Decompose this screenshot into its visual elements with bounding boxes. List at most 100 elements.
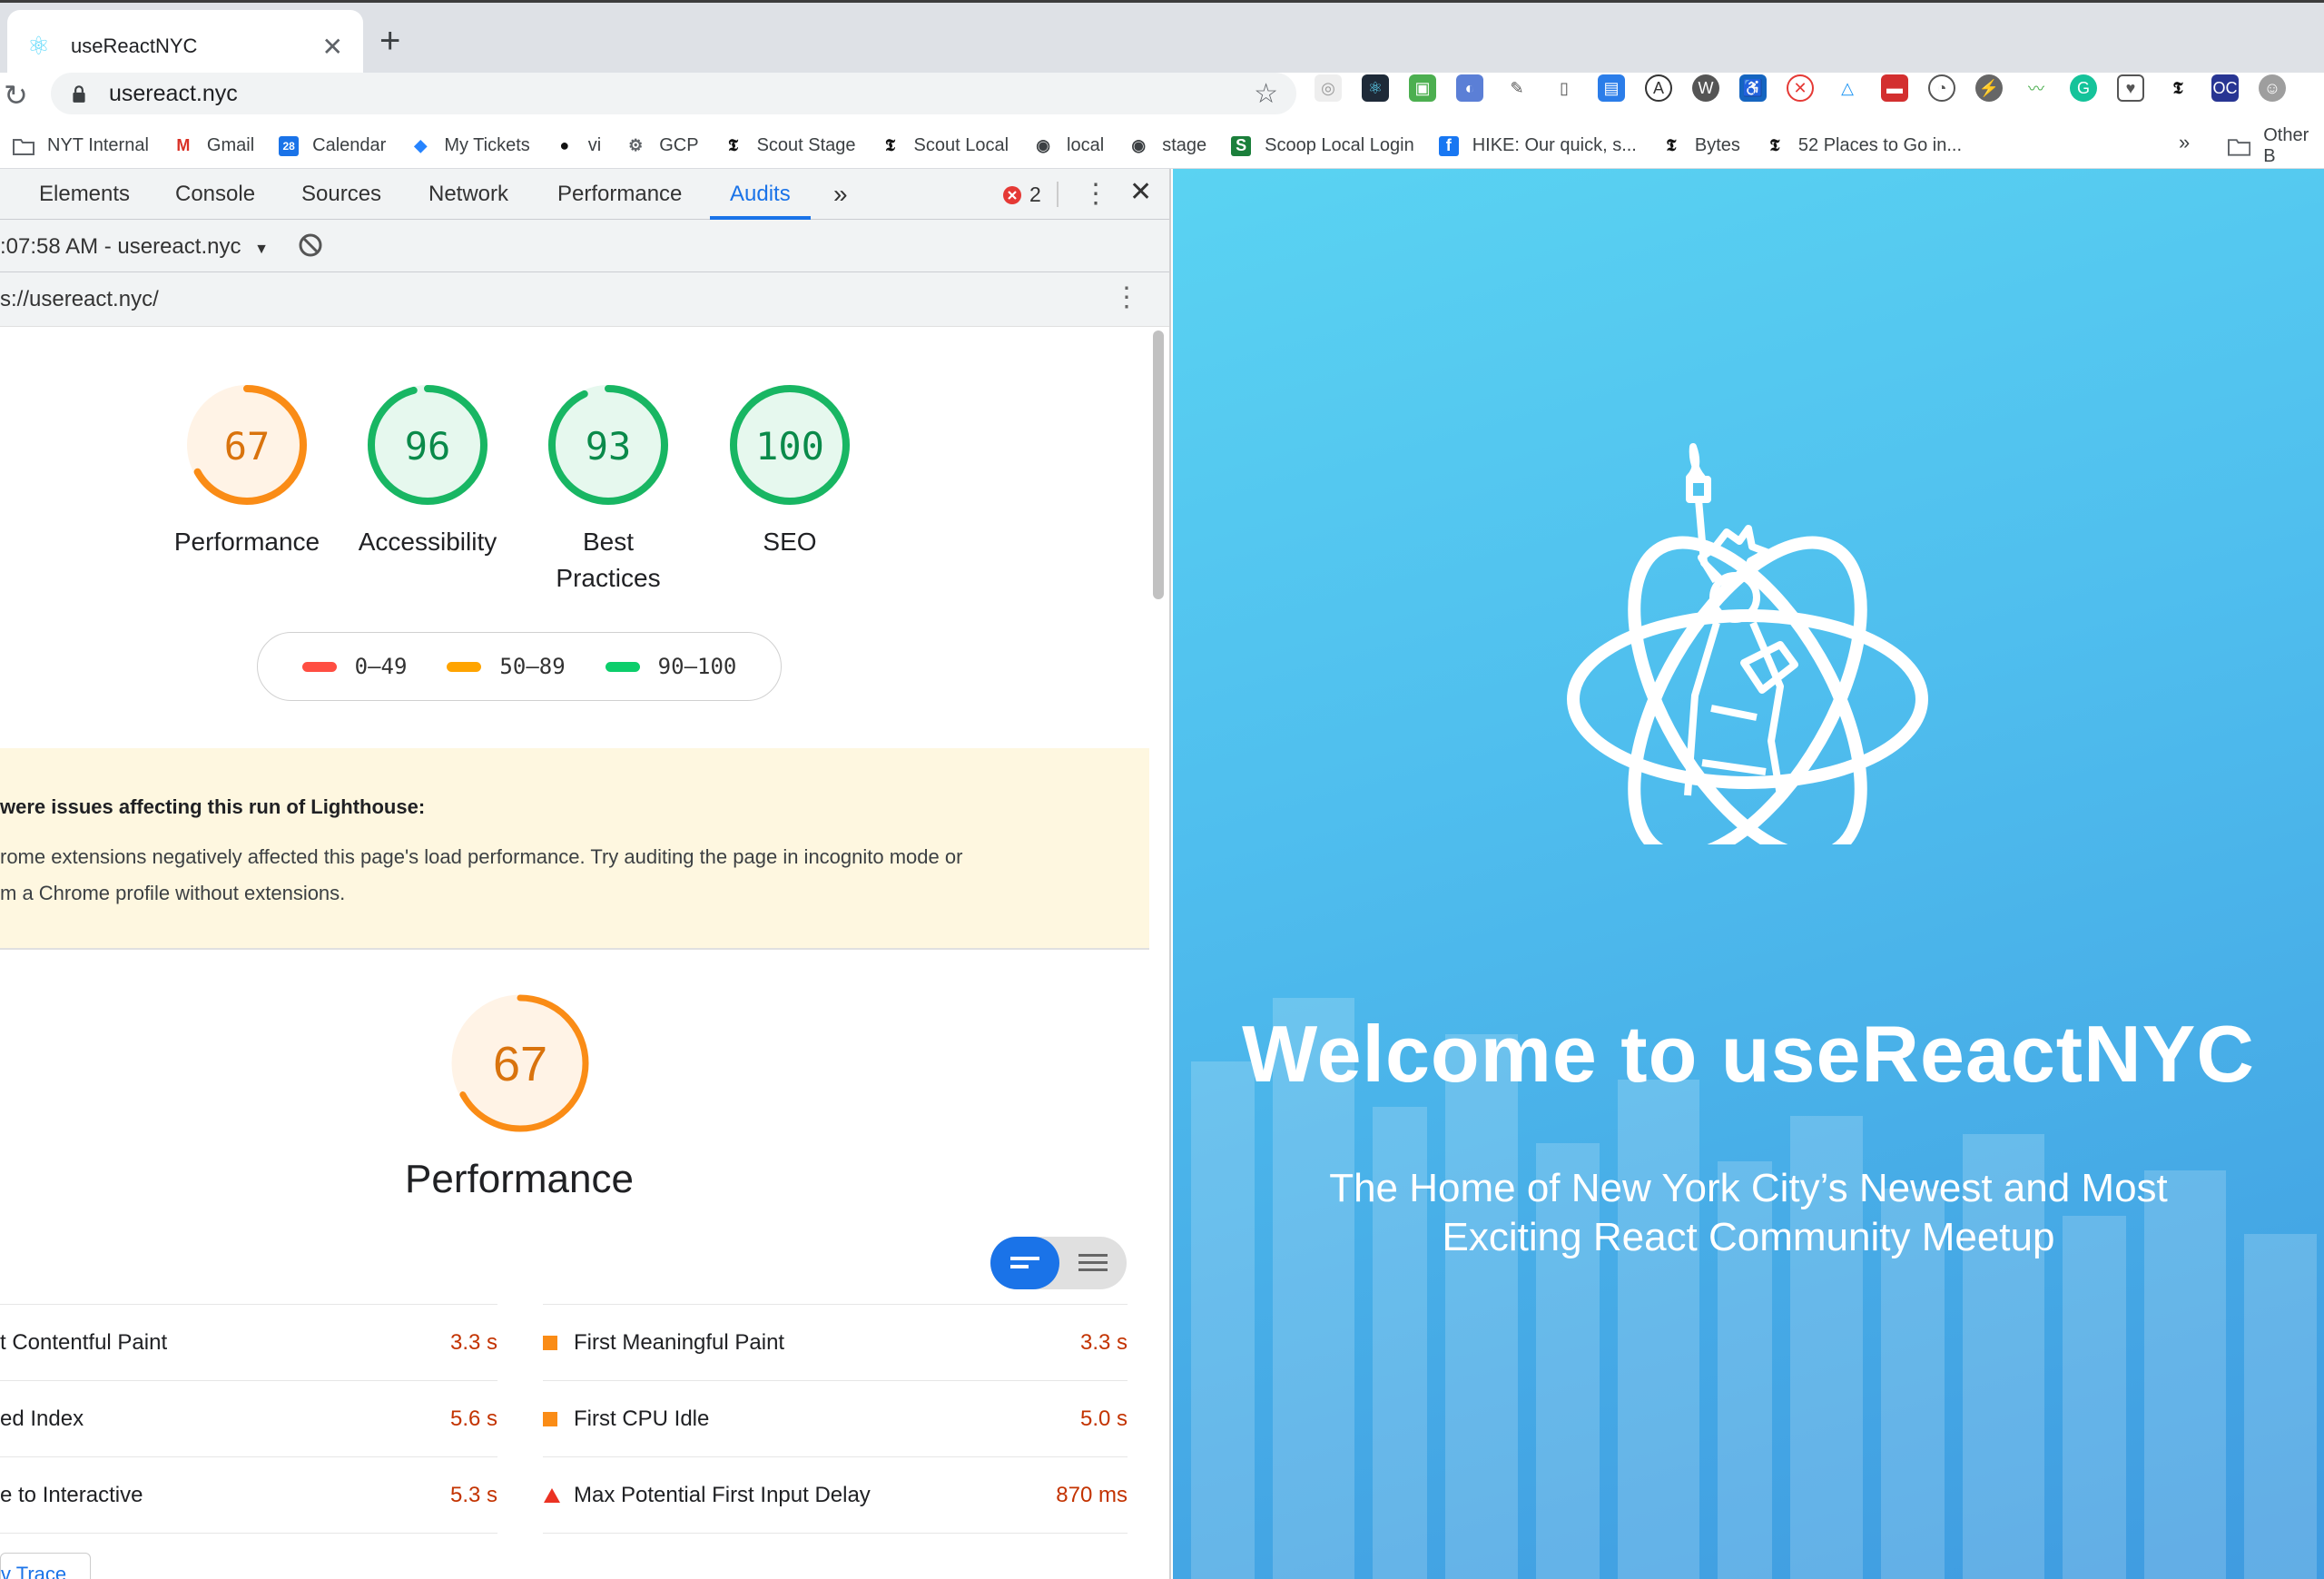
metric-row: ed Index 5.6 s xyxy=(0,1380,497,1456)
nyt-icon: 𝕿 xyxy=(728,136,739,154)
legend-swatch xyxy=(301,661,337,672)
bookmark-item[interactable]: 𝕿 52 Places to Go in... xyxy=(1764,135,1962,157)
gauge-performance[interactable]: 67 Performance xyxy=(156,381,338,560)
profile-avatar-icon[interactable]: ☺ xyxy=(2259,74,2286,102)
metrics-left-column: t Contentful Paint 3.3 s ed Index 5.6 s e to… xyxy=(0,1304,497,1534)
bookmarks-bar: NYT Internal M Gmail 28 Calendar ◆ My Tickets ●… xyxy=(0,123,2324,169)
bookmark-item[interactable]: f HIKE: Our quick, s... xyxy=(1438,135,1637,157)
bookmark-label: stage xyxy=(1162,135,1207,155)
metric-value: 3.3 s xyxy=(449,1329,497,1355)
metric-row: t Contentful Paint 3.3 s xyxy=(0,1304,497,1380)
bookmark-label: HIKE: Our quick, s... xyxy=(1472,135,1637,155)
bookmark-item[interactable]: ◉ stage xyxy=(1128,135,1206,157)
nyt-icon: 𝕿 xyxy=(885,136,896,154)
extension-icon[interactable]: ▤ xyxy=(1598,74,1625,102)
extension-icon[interactable]: ◐ xyxy=(1456,74,1483,102)
gear-icon: ⚙ xyxy=(628,136,644,154)
statue-of-liberty-atom-logo xyxy=(1567,443,1928,844)
bookmark-item[interactable]: ⚙ GCP xyxy=(625,135,698,157)
extension-icon[interactable]: ◔ xyxy=(1928,74,1955,102)
other-bookmarks[interactable]: Other B xyxy=(2228,125,2324,167)
legend-pass: 90–100 xyxy=(605,654,737,679)
metric-row: First Meaningful Paint 3.3 s xyxy=(543,1304,1128,1380)
metric-value: 5.6 s xyxy=(449,1406,497,1431)
performance-score: 67 xyxy=(493,1037,547,1091)
address-bar[interactable]: usereact.nyc ☆ xyxy=(51,73,1296,114)
metric-name: First Meaningful Paint xyxy=(574,1329,785,1355)
metric-value: 870 ms xyxy=(1056,1482,1128,1507)
legend-fail: 0–49 xyxy=(301,654,408,679)
extension-icon[interactable]: A xyxy=(1645,74,1672,102)
nyt-icon: 𝕿 xyxy=(1666,136,1677,154)
performance-title: Performance xyxy=(405,1157,634,1201)
gauge-ring: 93 xyxy=(548,385,668,505)
list-view-icon xyxy=(1078,1254,1108,1271)
gauge-seo[interactable]: 100 SEO xyxy=(699,381,881,560)
gauge-ring: 100 xyxy=(730,385,850,505)
bookmark-label: GCP xyxy=(659,135,699,155)
view-trace-button[interactable]: v Trace xyxy=(0,1553,91,1579)
legend-average: 50–89 xyxy=(447,654,566,679)
bookmark-icon[interactable]: ▯ xyxy=(1551,74,1578,102)
bookmark-label: Bytes xyxy=(1694,135,1740,155)
accessibility-icon[interactable]: ♿ xyxy=(1739,74,1767,102)
gauge-label: Accessibility xyxy=(358,528,497,556)
metric-row: e to Interactive 5.3 s xyxy=(0,1456,497,1533)
chart-trend-icon[interactable]: 〰 xyxy=(2023,74,2050,102)
bookmark-label: Calendar xyxy=(312,135,387,155)
bookmark-item[interactable]: 28 Calendar xyxy=(278,135,386,157)
view-toggle[interactable] xyxy=(990,1237,1127,1289)
lightning-icon[interactable]: ⚡ xyxy=(1975,74,2003,102)
bookmark-item[interactable]: S Scoop Local Login xyxy=(1230,135,1414,157)
pocket-icon[interactable]: ♥ xyxy=(2117,74,2144,102)
toggle-detail-view[interactable] xyxy=(1059,1237,1127,1289)
gauge-label: Best Practices xyxy=(517,524,699,597)
bookmark-label: vi xyxy=(587,135,602,155)
wordpress-icon[interactable]: W xyxy=(1692,74,1719,102)
bookmark-item[interactable]: ◆ My Tickets xyxy=(409,135,529,157)
extension-icon[interactable]: ▣ xyxy=(1409,74,1436,102)
bookmark-label: Gmail xyxy=(206,135,255,155)
metric-row: Max Potential First Input Delay 870 ms xyxy=(543,1456,1128,1533)
gauge-label: Performance xyxy=(173,528,320,556)
metric-row: First CPU Idle 5.0 s xyxy=(543,1380,1128,1456)
extension-icon[interactable]: △ xyxy=(1834,74,1861,102)
eyedropper-icon[interactable]: ✎ xyxy=(1503,74,1531,102)
nyt-icon[interactable]: 𝕿 xyxy=(2164,74,2191,102)
bookmark-item[interactable]: 𝕿 Bytes xyxy=(1660,135,1740,157)
reload-icon[interactable]: ↻ xyxy=(4,78,28,113)
gauge-score: 100 xyxy=(755,424,824,469)
legend-range: 0–49 xyxy=(354,654,408,679)
toggle-opportunity-view[interactable] xyxy=(990,1237,1059,1289)
legend-range: 90–100 xyxy=(657,654,737,679)
grammarly-icon[interactable]: G xyxy=(2070,74,2097,102)
browser-tab[interactable]: ⚛ useReactNYC ✕ xyxy=(7,10,363,83)
new-tab-plus-icon[interactable]: + xyxy=(379,23,400,59)
metric-value: 5.3 s xyxy=(449,1482,497,1507)
other-bookmarks-label: Other B xyxy=(2263,125,2309,166)
tagline-line: Exciting React Community Meetup xyxy=(1442,1215,2055,1259)
browser-tab-strip: ⚛ useReactNYC ✕ + xyxy=(0,0,2324,83)
extension-icon[interactable]: ✕ xyxy=(1787,74,1814,102)
extension-icon[interactable]: ◎ xyxy=(1315,74,1342,102)
bookmark-item[interactable]: ● vi xyxy=(554,135,601,157)
bookmark-item[interactable]: M Gmail xyxy=(172,135,254,157)
scrollbar-thumb[interactable] xyxy=(1153,331,1164,599)
bookmark-item[interactable]: 𝕿 Scout Stage xyxy=(723,135,856,157)
gauge-accessibility[interactable]: 96 Accessibility xyxy=(337,381,518,560)
close-tab-icon[interactable]: ✕ xyxy=(322,32,343,62)
metric-name: t Contentful Paint xyxy=(0,1329,168,1355)
bookmark-item[interactable]: ◉ local xyxy=(1032,135,1104,157)
extension-icon[interactable]: ▬ xyxy=(1881,74,1908,102)
bookmark-star-icon[interactable]: ☆ xyxy=(1254,78,1278,110)
warning-line: rome extensions negatively affected this… xyxy=(0,845,963,868)
bookmark-item[interactable]: NYT Internal xyxy=(13,135,149,157)
bookmark-item[interactable]: 𝕿 Scout Local xyxy=(880,135,1009,157)
react-devtools-icon[interactable]: ⚛ xyxy=(1362,74,1389,102)
average-square-icon xyxy=(543,1411,574,1426)
gauge-best-practices[interactable]: 93 Best Practices xyxy=(517,381,699,597)
react-favicon-icon: ⚛ xyxy=(27,32,51,60)
extension-icon[interactable]: OC xyxy=(2211,74,2239,102)
metric-value: 5.0 s xyxy=(1079,1406,1128,1431)
bookmarks-overflow-chevron[interactable]: » xyxy=(2179,131,2190,154)
